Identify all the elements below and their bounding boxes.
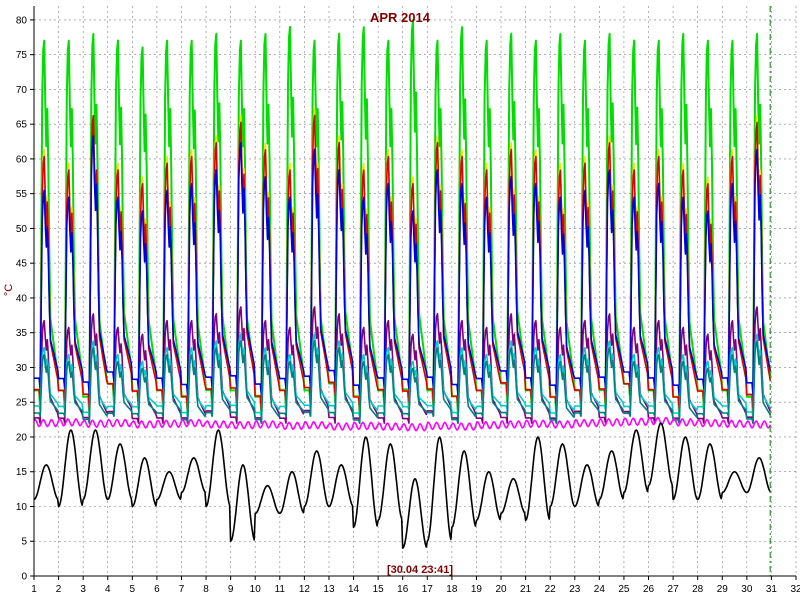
x-tick-label: 28: [692, 584, 704, 595]
y-axis-label: °C: [3, 284, 15, 296]
y-tick-label: 10: [16, 502, 28, 513]
temperature-chart: 1 2 3 4 5 6 7 8 9 10 11 12 13 14 15 16 17 18 19 20 21 22 23 24 2…: [0, 0, 800, 600]
x-tick-label: 8: [203, 584, 209, 595]
x-tick-label: 15: [373, 584, 385, 595]
x-tick-label: 18: [446, 584, 458, 595]
x-tick-label: 4: [105, 584, 111, 595]
x-tick-label: 20: [495, 584, 507, 595]
x-tick-label: 3: [80, 584, 86, 595]
y-tick-label: 80: [16, 15, 28, 26]
y-tick-label: 70: [16, 85, 28, 96]
x-tick-label: 27: [668, 584, 680, 595]
x-tick-label: 9: [228, 584, 234, 595]
y-tick-label: 0: [21, 572, 27, 583]
x-tick-label: 7: [179, 584, 185, 595]
y-tick-label: 20: [16, 432, 28, 443]
x-tick-label: 14: [348, 584, 360, 595]
y-tick-label: 40: [16, 293, 28, 304]
x-tick-label: 21: [520, 584, 532, 595]
x-tick-label: 19: [471, 584, 483, 595]
y-tick-label: 25: [16, 398, 28, 409]
x-tick-label: 11: [275, 584, 286, 595]
timestamp-label: [30.04 23:41]: [387, 564, 453, 576]
y-tick-label: 30: [16, 363, 28, 374]
x-tick-label: 1: [31, 584, 37, 595]
x-tick-label: 10: [250, 584, 262, 595]
x-tick-label: 2: [56, 584, 62, 595]
x-tick-label: 24: [594, 584, 606, 595]
x-tick-label: 23: [569, 584, 581, 595]
x-tick-label: 30: [741, 584, 753, 595]
y-tick-label: 55: [16, 189, 28, 200]
x-tick-label: 26: [643, 584, 655, 595]
x-tick-label: 12: [299, 584, 311, 595]
y-tick-label: 35: [16, 328, 28, 339]
x-tick-label: 32: [790, 584, 800, 595]
y-tick-label: 75: [16, 50, 28, 61]
x-tick-label: 22: [545, 584, 557, 595]
y-tick-label: 50: [16, 224, 28, 235]
y-tick-label: 45: [16, 259, 28, 270]
chart-title: APR 2014: [370, 10, 431, 25]
x-tick-label: 25: [618, 584, 630, 595]
x-tick-label: 6: [154, 584, 160, 595]
y-tick-label: 15: [16, 467, 28, 478]
x-tick-label: 31: [766, 584, 778, 595]
x-tick-label: 29: [717, 584, 729, 595]
y-tick-label: 60: [16, 154, 28, 165]
y-tick-label: 65: [16, 120, 28, 131]
x-tick-label: 13: [323, 584, 335, 595]
x-tick-label: 5: [130, 584, 136, 595]
y-tick-label: 5: [21, 537, 27, 548]
x-tick-label: 17: [422, 584, 434, 595]
x-tick-label: 16: [397, 584, 409, 595]
